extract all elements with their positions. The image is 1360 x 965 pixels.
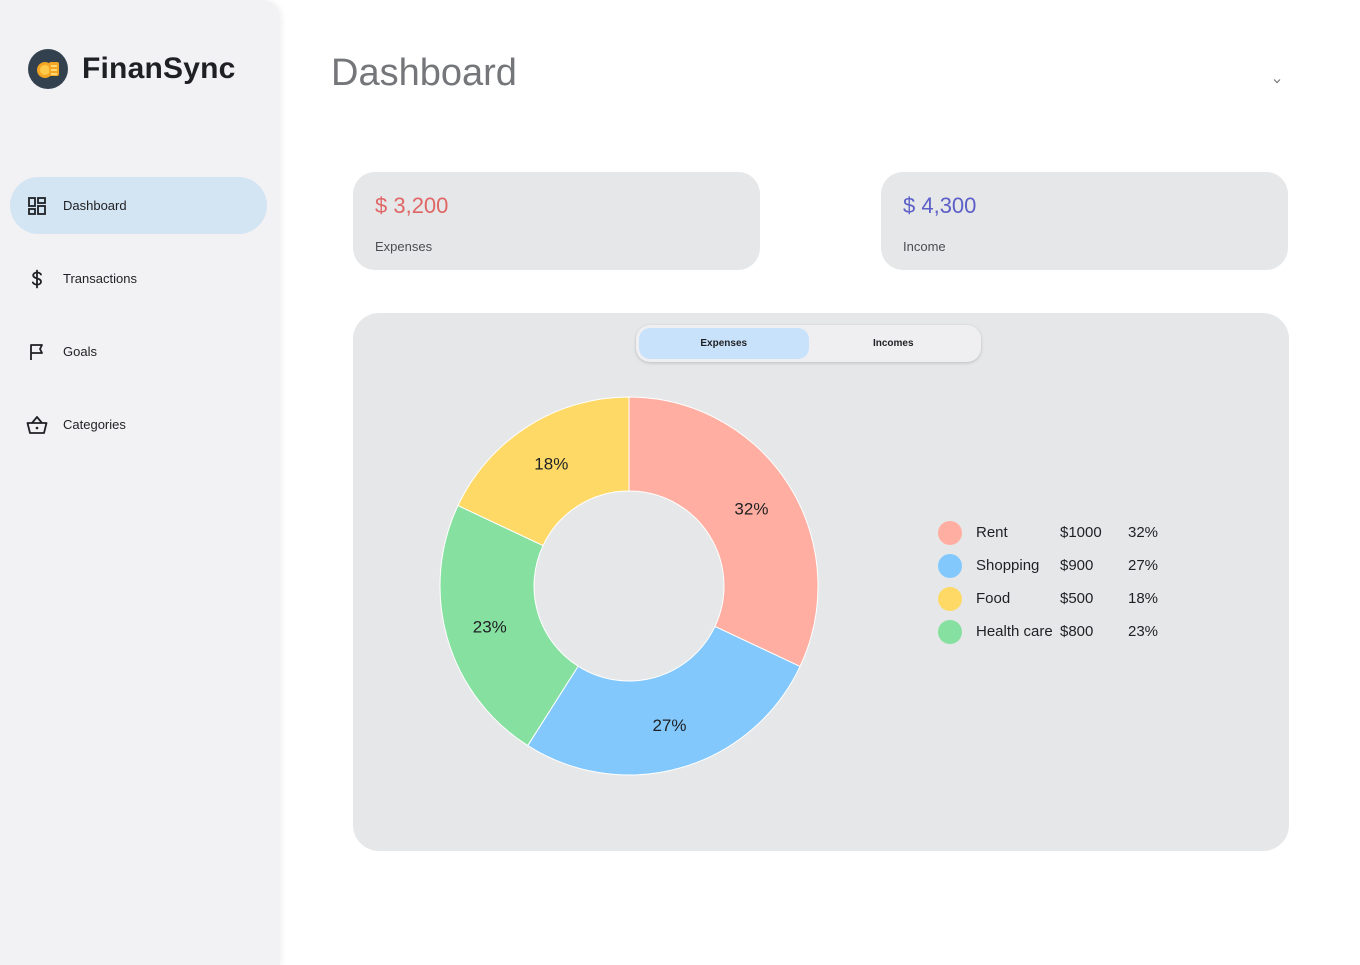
income-amount: $ 4,300 — [903, 193, 977, 218]
legend-name: Health care — [976, 623, 1053, 640]
sidebar-item-categories[interactable]: Categories — [10, 396, 267, 453]
legend-swatch — [938, 619, 962, 644]
dashboard-icon — [26, 195, 48, 217]
sidebar-item-label: Categories — [63, 417, 126, 432]
page-title: Dashboard — [331, 52, 517, 94]
sidebar-item-transactions[interactable]: Transactions — [10, 250, 267, 307]
basket-icon — [26, 414, 48, 436]
chevron-down-icon[interactable] — [1271, 74, 1283, 92]
donut-data-label: 27% — [652, 716, 686, 735]
legend-name: Food — [976, 590, 1011, 607]
donut-data-label: 18% — [534, 455, 568, 474]
legend-pct: 18% — [1128, 590, 1159, 607]
coin-icon — [28, 49, 68, 89]
donut-data-label: 32% — [734, 499, 768, 518]
legend-item: Rent $1000 32% — [938, 516, 1178, 549]
legend-name: Shopping — [976, 557, 1040, 574]
legend-swatch — [938, 586, 962, 611]
sidebar-nav: Dashboard Transactions Goals Categories — [10, 177, 267, 469]
income-card[interactable]: $ 4,300 Income — [881, 172, 1288, 270]
legend-swatch — [938, 553, 962, 578]
donut-chart: 32% 27% 23% 18% — [439, 396, 819, 776]
sidebar-item-goals[interactable]: Goals — [10, 323, 267, 380]
chart-type-toggle: Expenses Incomes — [636, 325, 981, 362]
sidebar: FinanSync Dashboard Transactions Goals C… — [0, 0, 280, 965]
legend-pct: 23% — [1128, 623, 1159, 640]
legend-amount: $1000 — [1060, 524, 1102, 541]
sidebar-item-label: Dashboard — [63, 198, 127, 213]
income-label: Income — [903, 239, 946, 254]
donut-data-label: 23% — [473, 617, 507, 636]
legend-item: Food $500 18% — [938, 582, 1178, 615]
sidebar-item-label: Goals — [63, 344, 97, 359]
expenses-amount: $ 3,200 — [375, 193, 449, 218]
chart-panel: Expenses Incomes 32% 27% 23% 18% Rent $1000… — [353, 313, 1289, 851]
sidebar-item-label: Transactions — [63, 271, 137, 286]
legend-amount: $800 — [1060, 623, 1094, 640]
brand[interactable]: FinanSync — [28, 49, 236, 89]
dollar-icon — [26, 268, 48, 290]
flag-icon — [26, 341, 48, 363]
expenses-label: Expenses — [375, 239, 433, 254]
donut-slice-shopping[interactable] — [527, 625, 801, 776]
brand-name: FinanSync — [82, 52, 236, 85]
legend-pct: 32% — [1128, 524, 1159, 541]
chart-legend: Rent $1000 32% Shopping $900 27% Food $5… — [938, 516, 1178, 648]
legend-amount: $900 — [1060, 557, 1094, 574]
legend-item: Shopping $900 27% — [938, 549, 1178, 582]
legend-name: Rent — [976, 524, 1008, 541]
expenses-card[interactable]: $ 3,200 Expenses — [353, 172, 760, 270]
legend-swatch — [938, 520, 962, 545]
legend-amount: $500 — [1060, 590, 1094, 607]
legend-item: Health care $800 23% — [938, 615, 1178, 648]
donut-slice-rent[interactable] — [628, 396, 819, 668]
legend-pct: 27% — [1128, 557, 1159, 574]
toggle-incomes[interactable]: Incomes — [809, 328, 979, 359]
sidebar-item-dashboard[interactable]: Dashboard — [10, 177, 267, 234]
toggle-expenses[interactable]: Expenses — [639, 328, 809, 359]
